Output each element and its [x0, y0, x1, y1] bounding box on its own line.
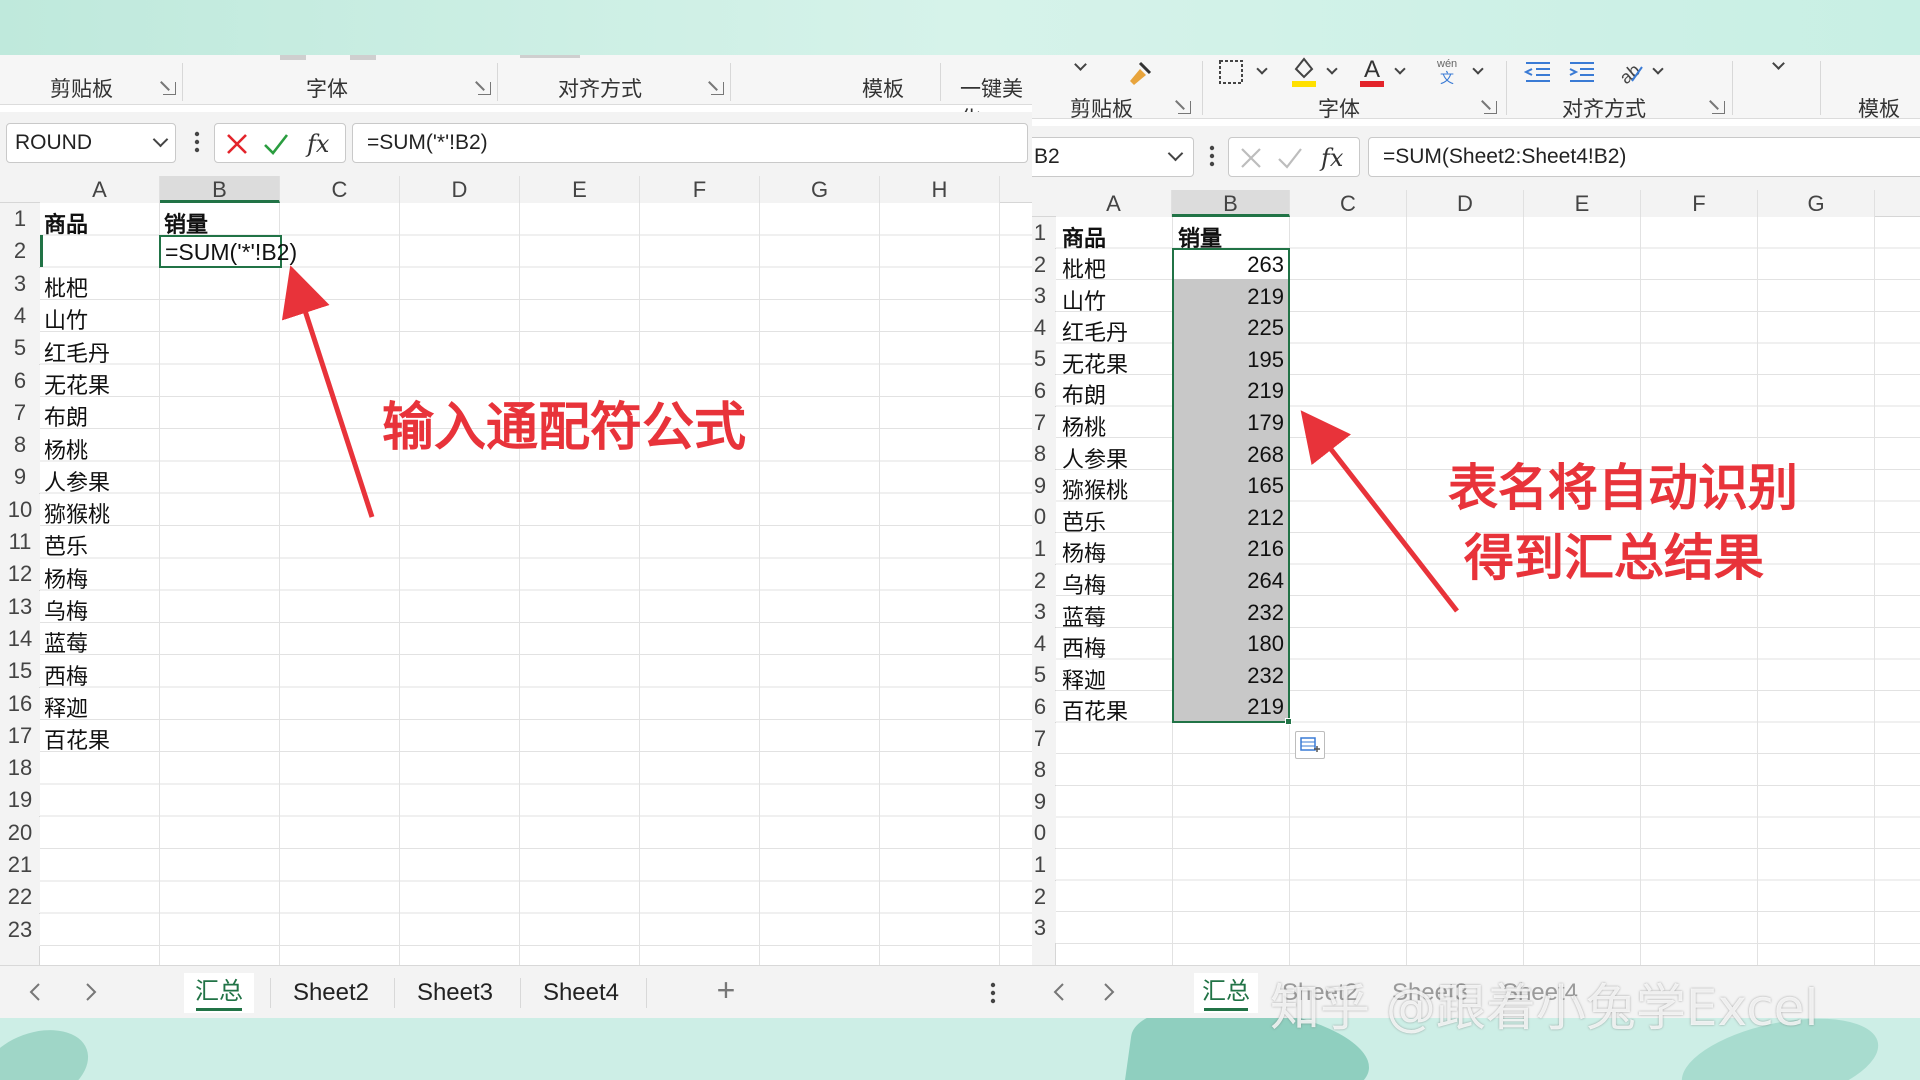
right-arrow [1300, 410, 1459, 613]
watermark: 知乎 @跟着小兔学Excel [1270, 979, 1819, 1037]
annotation-right-line2: 得到汇总结果 [1464, 529, 1764, 587]
left-arrow [281, 265, 375, 518]
annotation-right-line1: 表名将自动识别 [1448, 459, 1798, 517]
annotation-left: 输入通配符公式 [382, 398, 747, 458]
